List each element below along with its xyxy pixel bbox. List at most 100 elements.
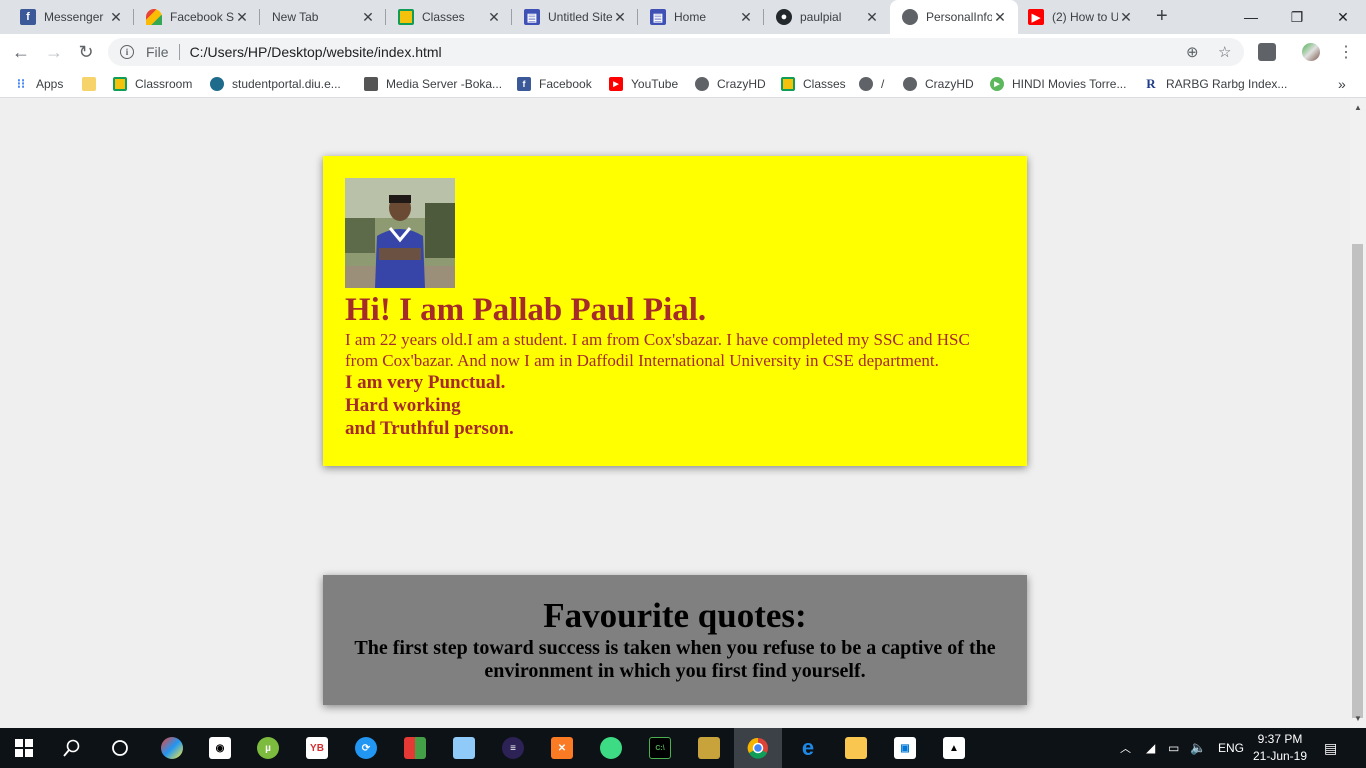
new-tab-button[interactable]: + (1156, 5, 1168, 28)
bookmark-rarbg[interactable]: R RARBG Rarbg Index... (1144, 75, 1287, 93)
tab-new-tab[interactable]: New Tab ✕ (252, 0, 386, 34)
tab-strip: f Messenger ✕ Facebook Si ✕ New Tab ✕ Cl… (0, 0, 1366, 34)
photos-icon[interactable]: ▲ (930, 728, 978, 768)
tab-messenger[interactable]: f Messenger ✕ (0, 0, 134, 34)
bookmark-facebook[interactable]: f Facebook (517, 75, 592, 93)
eclipse-icon[interactable]: ≡ (489, 728, 537, 768)
menu-kebab-icon[interactable]: ⋮ (1334, 40, 1358, 64)
back-arrow-icon[interactable]: ← (9, 40, 33, 64)
clock[interactable]: 9:37 PM 21-Jun-19 (1248, 731, 1312, 765)
globe-icon (695, 77, 709, 91)
xampp-icon[interactable]: ✕ (538, 728, 586, 768)
tab-facebook-sites[interactable]: Facebook Si ✕ (126, 0, 260, 34)
close-tab-icon[interactable]: ✕ (612, 9, 628, 26)
bookmark-folder[interactable] (82, 75, 104, 93)
rarbg-icon: R (1146, 76, 1156, 91)
tab-classes[interactable]: Classes ✕ (378, 0, 512, 34)
page-scrollbar[interactable]: ▲ ▼ (1350, 99, 1366, 728)
tab-personalinfo[interactable]: PersonalInfo ✕ (890, 0, 1018, 34)
youtube-icon: ▶ (1028, 9, 1044, 25)
close-tab-icon[interactable]: ✕ (1118, 9, 1134, 26)
close-tab-icon[interactable]: ✕ (864, 9, 880, 26)
close-tab-icon[interactable]: ✕ (738, 9, 754, 26)
scroll-down-icon[interactable]: ▼ (1350, 712, 1366, 726)
bookmark-star-icon[interactable]: ☆ (1218, 43, 1231, 61)
bookmark-classroom[interactable]: Classroom (113, 75, 192, 93)
tab-home[interactable]: ▤ Home ✕ (630, 0, 764, 34)
bookmark-apps[interactable]: ⁝⁝ Apps (14, 75, 64, 93)
winrar-icon[interactable] (391, 728, 439, 768)
scrollbar-thumb[interactable] (1352, 244, 1363, 718)
bookmark-hindi-movies[interactable]: ▶ HINDI Movies Torre... (990, 75, 1126, 93)
intro-bio: I am 22 years old.I am a student. I am f… (345, 330, 970, 370)
tab-youtube-how-to[interactable]: ▶ (2) How to U ✕ (1018, 0, 1144, 34)
task-view-icon[interactable] (96, 728, 144, 768)
restore-icon[interactable]: ❐ (1274, 0, 1320, 34)
volume-icon[interactable]: 🔈 (1190, 728, 1206, 768)
bookmark-crazyhd-2[interactable]: CrazyHD (903, 75, 974, 93)
profile-photo-image (345, 178, 455, 288)
close-tab-icon[interactable]: ✕ (486, 9, 502, 26)
google-classroom-icon (398, 9, 414, 25)
network-icon[interactable]: ◢ (1146, 728, 1155, 768)
site-info-icon[interactable]: i (120, 45, 134, 59)
more-bookmarks-button[interactable]: » (1338, 75, 1346, 93)
bookmark-crazyhd[interactable]: CrazyHD (695, 75, 766, 93)
bookmark-media-server[interactable]: Media Server -Boka... (364, 75, 502, 93)
globe-icon (859, 77, 873, 91)
trait-truthful: and Truthful person. (345, 418, 514, 439)
bookmark-slash[interactable]: / (859, 75, 884, 93)
tab-untitled-site[interactable]: ▤ Untitled Site ✕ (504, 0, 638, 34)
windows-taskbar: ◉ µ YB ⟳ ≡ ✕ C:\ e ▣ ▲ ︿ ◢ ▭ 🔈 ENG 9:37 … (0, 728, 1366, 768)
start-button[interactable] (0, 728, 48, 768)
utorrent-icon[interactable]: µ (244, 728, 292, 768)
sync-app-icon[interactable]: ⟳ (342, 728, 390, 768)
bookmark-classes[interactable]: Classes (781, 75, 846, 93)
trait-hard-working: Hard working (345, 395, 461, 416)
show-hidden-icons[interactable]: ︿ (1120, 728, 1131, 768)
store-app-icon[interactable]: ▣ (881, 728, 929, 768)
trait-punctual: I am very Punctual. (345, 372, 506, 393)
google-sites-icon (146, 9, 162, 25)
forward-arrow-icon[interactable]: → (42, 40, 66, 64)
close-tab-icon[interactable]: ✕ (108, 9, 124, 26)
chrome-taskbar-icon[interactable] (734, 728, 782, 768)
reload-icon[interactable]: ↻ (74, 40, 98, 64)
bookmark-youtube[interactable]: ▶ YouTube (609, 75, 678, 93)
zoom-icon[interactable]: ⊕ (1186, 43, 1199, 61)
battery-icon[interactable]: ▭ (1168, 728, 1179, 768)
profile-avatar-icon[interactable] (1302, 43, 1320, 61)
yb-app-icon[interactable]: YB (293, 728, 341, 768)
close-tab-icon[interactable]: ✕ (992, 9, 1008, 26)
close-tab-icon[interactable]: ✕ (234, 9, 250, 26)
bookmark-studentportal[interactable]: studentportal.diu.e... (210, 75, 341, 93)
apps-grid-icon: ⁝⁝ (16, 76, 26, 91)
android-studio-icon[interactable] (587, 728, 635, 768)
scroll-up-icon[interactable]: ▲ (1350, 101, 1366, 115)
url-text[interactable]: C:/Users/HP/Desktop/website/index.html (190, 44, 442, 60)
search-icon[interactable] (48, 728, 96, 768)
tab-paulpial[interactable]: ● paulpial ✕ (756, 0, 890, 34)
minimize-icon[interactable]: — (1228, 0, 1274, 34)
close-window-icon[interactable]: ✕ (1320, 0, 1366, 34)
intro-card: Hi! I am Pallab Paul Pial. I am 22 years… (323, 156, 1027, 466)
console-app-icon[interactable]: C:\ (636, 728, 684, 768)
globe-icon (902, 9, 918, 25)
facebook-icon: f (517, 77, 531, 91)
close-tab-icon[interactable]: ✕ (360, 9, 376, 26)
clock-time: 9:37 PM (1257, 732, 1303, 746)
virtualbox-icon[interactable] (440, 728, 488, 768)
windows-logo-icon (15, 739, 33, 757)
installer-icon[interactable] (685, 728, 733, 768)
edge-icon[interactable]: e (784, 728, 832, 768)
address-bar[interactable]: i File C:/Users/HP/Desktop/website/index… (108, 38, 1244, 66)
file-explorer-icon[interactable] (832, 728, 880, 768)
google-sites-icon: ▤ (524, 9, 540, 25)
language-indicator[interactable]: ENG (1218, 728, 1244, 768)
facebook-extension-icon[interactable] (1258, 43, 1276, 61)
clock-date: 21-Jun-19 (1252, 749, 1308, 763)
google-classroom-icon (113, 77, 127, 91)
notifications-icon[interactable]: ▤ (1324, 728, 1337, 768)
camera-icon[interactable]: ◉ (196, 728, 244, 768)
paint-icon[interactable] (148, 728, 196, 768)
